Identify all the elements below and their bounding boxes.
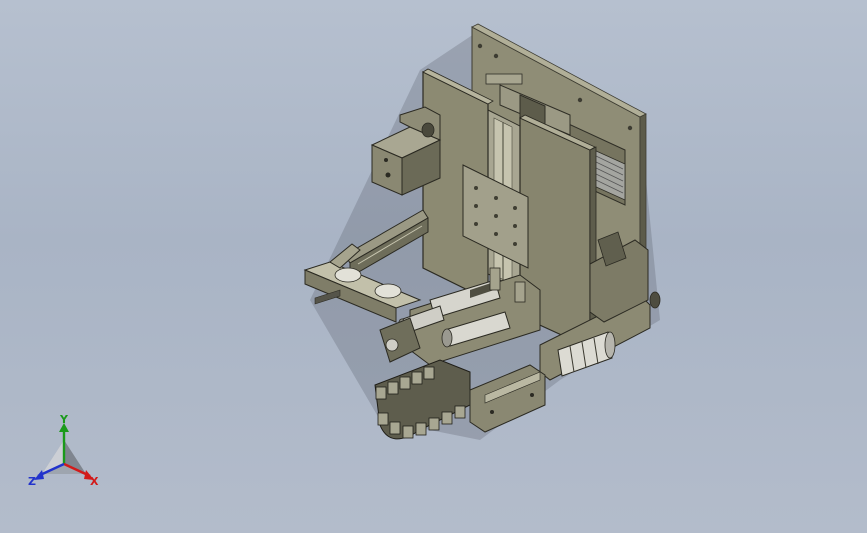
triad-x-label: X — [90, 475, 99, 488]
triad-z-label: Z — [28, 475, 36, 488]
triad-y-label: Y — [60, 413, 68, 426]
cad-assembly-model[interactable] — [0, 0, 867, 533]
coordinate-triad: Y X Z — [24, 414, 104, 490]
cad-graphics-viewport[interactable]: Y X Z — [0, 0, 867, 533]
servo-motor[interactable] — [370, 106, 442, 196]
